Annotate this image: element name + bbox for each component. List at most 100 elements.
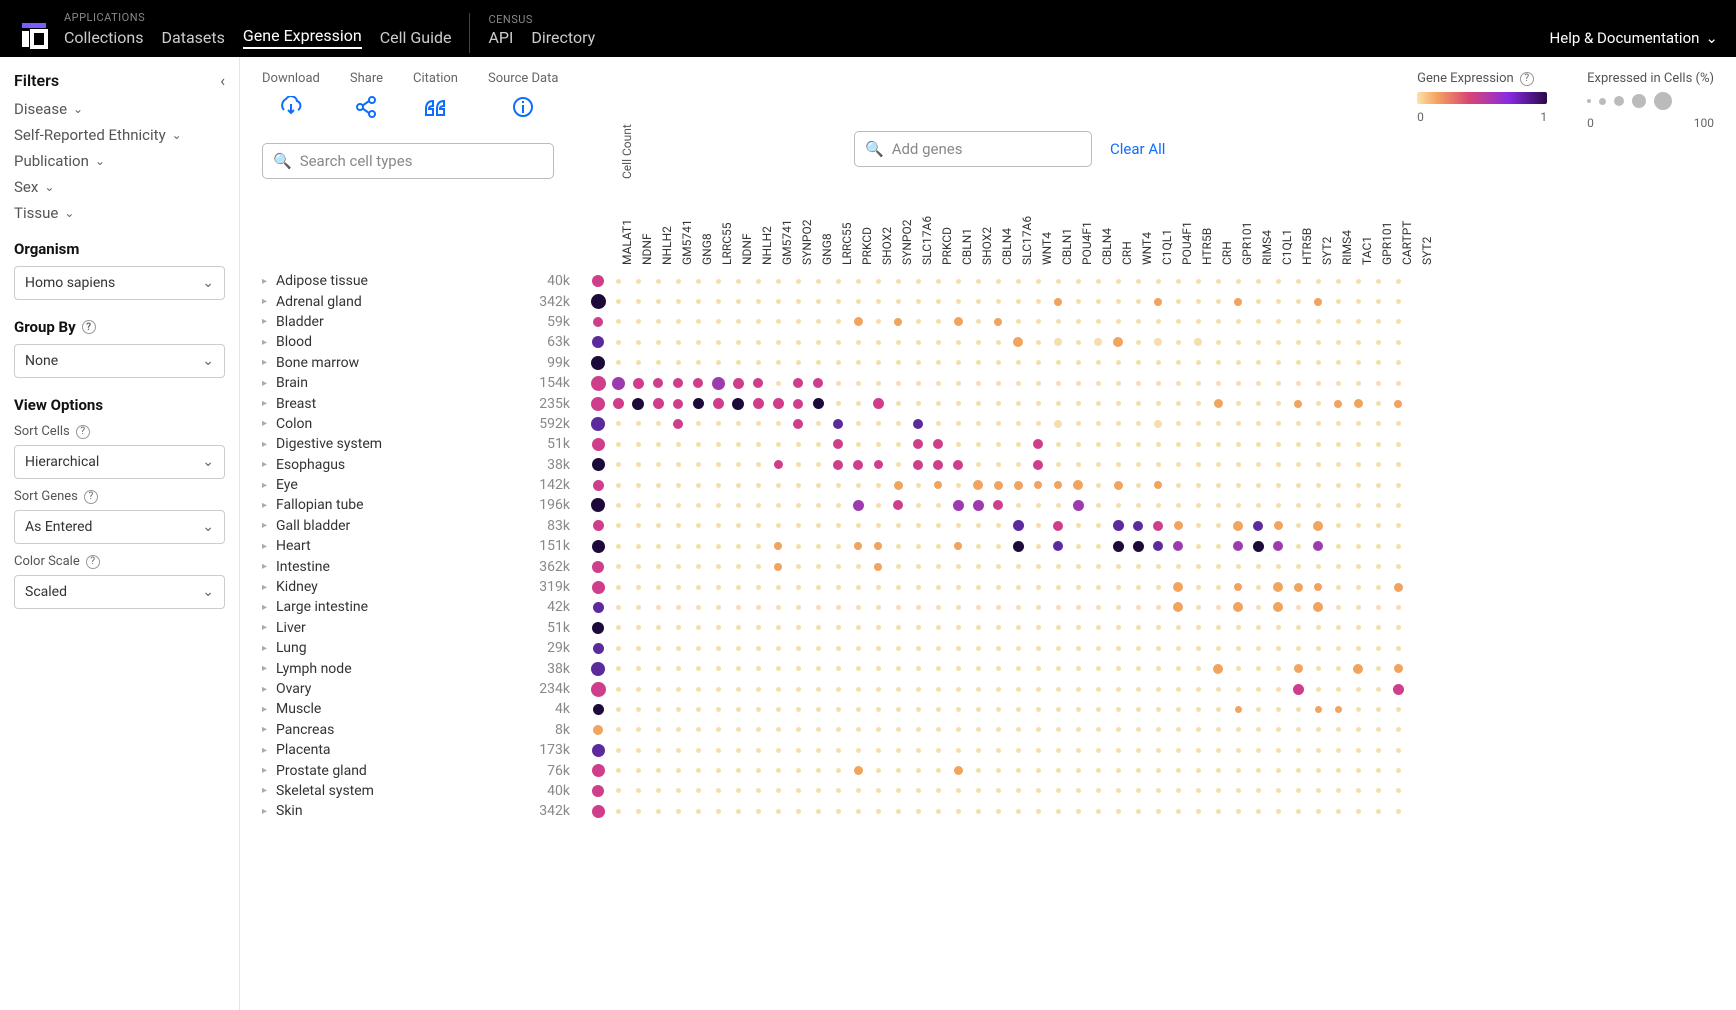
matrix-cell[interactable]: [1048, 625, 1068, 630]
matrix-cell[interactable]: [1268, 707, 1288, 712]
matrix-cell[interactable]: [948, 340, 968, 345]
matrix-cell[interactable]: [928, 625, 948, 630]
matrix-cell[interactable]: [1228, 748, 1248, 753]
matrix-cell[interactable]: [668, 727, 688, 732]
matrix-cell[interactable]: [648, 319, 668, 324]
matrix-cell[interactable]: [608, 377, 628, 390]
matrix-cell[interactable]: [648, 378, 668, 388]
matrix-cell[interactable]: [908, 768, 928, 773]
matrix-cell[interactable]: [628, 646, 648, 651]
matrix-cell[interactable]: [768, 809, 788, 814]
matrix-cell[interactable]: [688, 585, 708, 590]
matrix-cell[interactable]: [1188, 646, 1208, 651]
matrix-cell[interactable]: [648, 585, 668, 590]
matrix-cell[interactable]: [788, 809, 808, 814]
matrix-cell[interactable]: [1008, 520, 1028, 531]
matrix-cell[interactable]: [1368, 360, 1388, 365]
matrix-cell[interactable]: [1128, 503, 1148, 508]
matrix-cell[interactable]: [608, 299, 628, 304]
matrix-cell[interactable]: [1268, 503, 1288, 508]
filter-self-reported-ethnicity[interactable]: Self-Reported Ethnicity⌄: [14, 126, 225, 144]
matrix-cell[interactable]: [1088, 503, 1108, 508]
matrix-cell[interactable]: [708, 398, 728, 409]
matrix-cell[interactable]: [1348, 646, 1368, 651]
matrix-cell[interactable]: [1328, 564, 1348, 569]
matrix-cell[interactable]: [908, 707, 928, 712]
matrix-cell[interactable]: [928, 687, 948, 692]
tissue-row[interactable]: ▸Esophagus38k: [262, 455, 580, 475]
matrix-cell[interactable]: [1308, 442, 1328, 447]
matrix-cell[interactable]: [1008, 381, 1028, 386]
matrix-cell[interactable]: [588, 785, 608, 797]
matrix-cell[interactable]: [1328, 462, 1348, 467]
matrix-cell[interactable]: [868, 398, 888, 409]
matrix-cell[interactable]: [1208, 687, 1228, 692]
matrix-cell[interactable]: [628, 523, 648, 528]
gene-header[interactable]: PRKCD: [860, 227, 874, 265]
matrix-cell[interactable]: [988, 500, 1008, 510]
matrix-cell[interactable]: [1088, 401, 1108, 406]
matrix-cell[interactable]: [988, 605, 1008, 610]
matrix-cell[interactable]: [1368, 503, 1388, 508]
matrix-cell[interactable]: [1248, 483, 1268, 488]
matrix-cell[interactable]: [1148, 420, 1168, 428]
matrix-cell[interactable]: [748, 462, 768, 467]
matrix-cell[interactable]: [848, 788, 868, 793]
matrix-cell[interactable]: [628, 503, 648, 508]
matrix-cell[interactable]: [1248, 768, 1268, 773]
matrix-cell[interactable]: [588, 498, 608, 512]
matrix-cell[interactable]: [628, 378, 648, 389]
tissue-row[interactable]: ▸Placenta173k: [262, 740, 580, 760]
matrix-cell[interactable]: [608, 279, 628, 284]
expand-icon[interactable]: ▸: [262, 541, 276, 552]
matrix-cell[interactable]: [1388, 381, 1408, 386]
matrix-cell[interactable]: [668, 544, 688, 549]
matrix-cell[interactable]: [788, 319, 808, 324]
tissue-row[interactable]: ▸Kidney319k: [262, 577, 580, 597]
expand-icon[interactable]: ▸: [262, 520, 276, 531]
clear-all-button[interactable]: Clear All: [1110, 140, 1165, 158]
matrix-cell[interactable]: [1088, 421, 1108, 426]
matrix-cell[interactable]: [588, 458, 608, 471]
matrix-cell[interactable]: [988, 421, 1008, 426]
matrix-cell[interactable]: [868, 605, 888, 610]
matrix-cell[interactable]: [688, 727, 708, 732]
nav-item-gene-expression[interactable]: Gene Expression: [243, 26, 362, 49]
matrix-cell[interactable]: [988, 442, 1008, 447]
tissue-row[interactable]: ▸Adrenal gland342k: [262, 291, 580, 311]
matrix-cell[interactable]: [748, 398, 768, 409]
matrix-cell[interactable]: [1188, 707, 1208, 712]
matrix-cell[interactable]: [1388, 646, 1408, 651]
matrix-cell[interactable]: [688, 299, 708, 304]
matrix-cell[interactable]: [1088, 727, 1108, 732]
matrix-cell[interactable]: [1128, 401, 1148, 406]
matrix-cell[interactable]: [1348, 381, 1368, 386]
expand-icon[interactable]: ▸: [262, 785, 276, 796]
matrix-cell[interactable]: [1028, 360, 1048, 365]
matrix-cell[interactable]: [1148, 564, 1168, 569]
matrix-cell[interactable]: [828, 707, 848, 712]
matrix-cell[interactable]: [628, 727, 648, 732]
gene-header[interactable]: SYNPO2: [800, 220, 814, 265]
gene-header[interactable]: POU4F1: [1080, 221, 1094, 265]
matrix-cell[interactable]: [1228, 401, 1248, 406]
matrix-cell[interactable]: [808, 442, 828, 447]
matrix-cell[interactable]: [1048, 338, 1068, 346]
matrix-cell[interactable]: [1108, 381, 1128, 386]
matrix-cell[interactable]: [748, 523, 768, 528]
matrix-cell[interactable]: [1028, 727, 1048, 732]
matrix-cell[interactable]: [1388, 727, 1408, 732]
matrix-cell[interactable]: [688, 442, 708, 447]
matrix-cell[interactable]: [768, 483, 788, 488]
matrix-cell[interactable]: [628, 483, 648, 488]
matrix-cell[interactable]: [1148, 462, 1168, 467]
matrix-cell[interactable]: [1368, 687, 1388, 692]
matrix-cell[interactable]: [1068, 401, 1088, 406]
matrix-cell[interactable]: [1188, 585, 1208, 590]
matrix-cell[interactable]: [1028, 319, 1048, 324]
matrix-cell[interactable]: [1368, 340, 1388, 345]
matrix-cell[interactable]: [1088, 788, 1108, 793]
tissue-row[interactable]: ▸Prostate gland76k: [262, 760, 580, 780]
matrix-cell[interactable]: [668, 809, 688, 814]
matrix-cell[interactable]: [1008, 788, 1028, 793]
